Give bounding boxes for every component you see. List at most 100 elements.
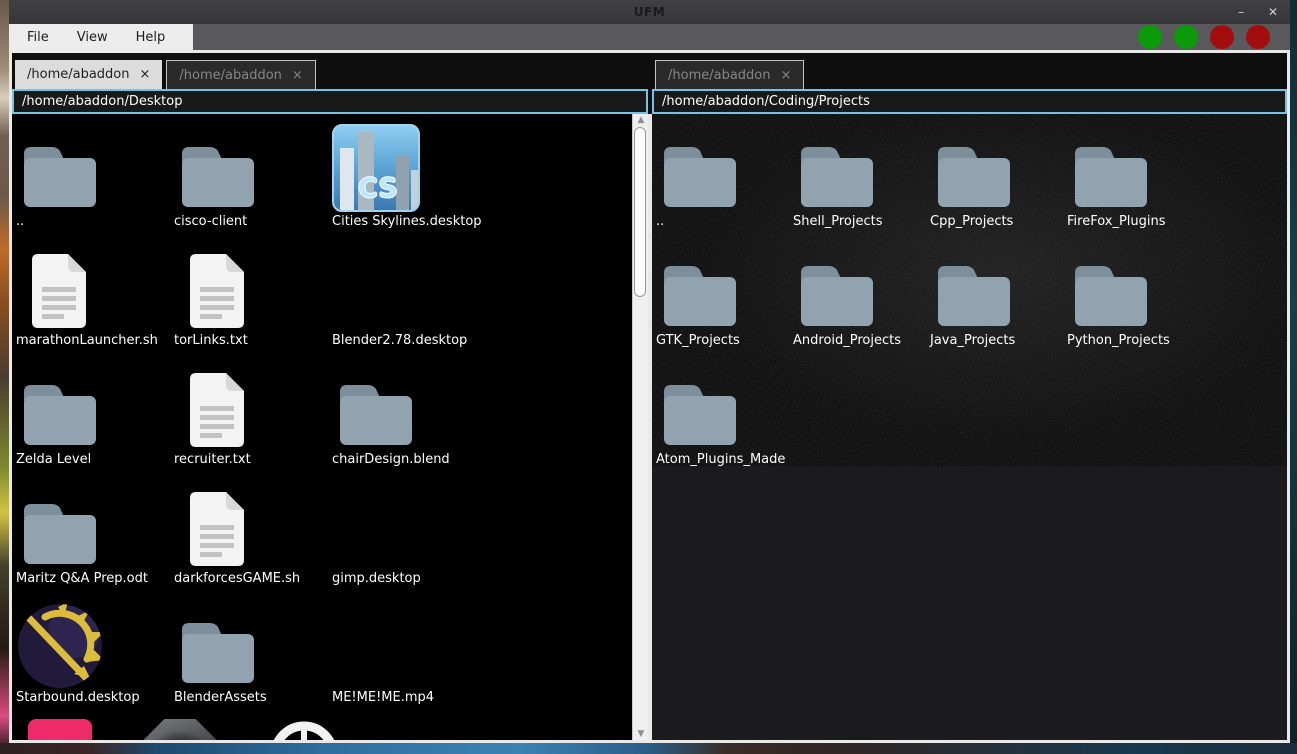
scroll-up-button[interactable]: ▲ bbox=[633, 114, 648, 126]
app-icon-starbound bbox=[18, 604, 102, 688]
tab-close-icon[interactable]: × bbox=[140, 67, 151, 82]
file-item-label: Android_Projects bbox=[792, 333, 929, 348]
file-item-label: Java_Projects bbox=[929, 333, 1066, 348]
file-item[interactable]: gimp.desktop bbox=[331, 473, 489, 592]
file-item[interactable]: torLinks.txt bbox=[173, 235, 331, 354]
file-item-icon-box bbox=[15, 235, 105, 331]
file-item-label: torLinks.txt bbox=[173, 333, 331, 348]
main-frame: /home/abaddon×/home/abaddon× /home/abadd… bbox=[9, 50, 1290, 743]
file-item-icon-box bbox=[929, 116, 1019, 212]
file-item-label: Cpp_Projects bbox=[929, 214, 1066, 229]
menu-bar: File View Help bbox=[9, 24, 1290, 50]
file-item[interactable]: .. bbox=[15, 116, 173, 235]
file-item-icon-box bbox=[655, 354, 745, 450]
file-item[interactable]: Android_Projects bbox=[792, 235, 929, 354]
window-title: UFM bbox=[634, 5, 665, 19]
file-item-label: cisco-client bbox=[173, 214, 331, 229]
tab-label: /home/abaddon bbox=[27, 67, 130, 82]
wheel-emblem-icon bbox=[268, 719, 340, 740]
file-item[interactable]: ME!ME!ME.mp4 bbox=[331, 592, 489, 711]
file-pane-right: /home/abaddon× /home/abaddon/Coding/Proj… bbox=[652, 53, 1287, 740]
file-item[interactable]: .. bbox=[655, 116, 792, 235]
file-pane-left: /home/abaddon × /home/abaddon × /home/abadd… bbox=[12, 53, 648, 740]
scroll-thumb[interactable] bbox=[634, 127, 646, 297]
file-item-icon-box bbox=[331, 235, 421, 331]
file-item-icon-box bbox=[15, 592, 105, 688]
desktop-left-edge bbox=[0, 0, 9, 754]
title-bar: UFM – ✕ bbox=[9, 0, 1290, 24]
file-item[interactable]: GTK_Projects bbox=[655, 235, 792, 354]
folder-icon bbox=[796, 142, 878, 212]
file-item-icon-box bbox=[331, 711, 421, 740]
file-item-icon-box bbox=[173, 711, 263, 740]
green-light-2[interactable] bbox=[1174, 25, 1198, 49]
app-icon-cities-skylines: CS bbox=[332, 124, 420, 212]
file-item-icon-box bbox=[173, 354, 263, 450]
file-item[interactable]: FireFox_Plugins bbox=[1066, 116, 1203, 235]
file-item-label: GTK_Projects bbox=[655, 333, 792, 348]
file-item-label: Starbound.desktop bbox=[15, 690, 173, 705]
tab-bar-right: /home/abaddon× bbox=[652, 59, 1287, 89]
path-bar-right[interactable]: /home/abaddon/Coding/Projects bbox=[652, 89, 1287, 114]
file-item-icon-box bbox=[1066, 235, 1156, 331]
file-item[interactable]: BlenderAssets bbox=[173, 592, 331, 711]
file-item[interactable]: Cpp_Projects bbox=[929, 116, 1066, 235]
file-item-label: recruiter.txt bbox=[173, 452, 331, 467]
file-item[interactable]: recruiter.txt bbox=[173, 354, 331, 473]
file-item-label: chairDesign.blend bbox=[331, 452, 489, 467]
tab[interactable]: /home/abaddon× bbox=[655, 60, 804, 89]
red-light-1[interactable] bbox=[1210, 25, 1234, 49]
file-item-icon-box bbox=[173, 592, 263, 688]
menu-item-file[interactable]: File bbox=[27, 30, 49, 45]
red-light-2[interactable] bbox=[1246, 25, 1270, 49]
tab-close-icon[interactable]: × bbox=[781, 68, 792, 83]
file-item-icon-box: CS bbox=[331, 116, 421, 212]
file-item-label: Shell_Projects bbox=[792, 214, 929, 229]
tab[interactable]: /home/abaddon × bbox=[15, 60, 162, 89]
file-item-icon-box bbox=[929, 235, 1019, 331]
folder-icon bbox=[19, 142, 101, 212]
file-item[interactable] bbox=[331, 711, 489, 740]
menu-item-help[interactable]: Help bbox=[136, 30, 166, 45]
tab-close-icon[interactable]: × bbox=[292, 68, 303, 83]
file-item[interactable]: Blender2.78.desktop bbox=[331, 235, 489, 354]
scroll-down-button[interactable]: ▼ bbox=[633, 728, 648, 740]
tab-label: /home/abaddon bbox=[179, 68, 282, 83]
file-item-label: darkforcesGAME.sh bbox=[173, 571, 331, 586]
folder-icon bbox=[1070, 142, 1152, 212]
text-file-icon bbox=[186, 489, 250, 569]
minimize-button[interactable]: – bbox=[1234, 6, 1248, 18]
file-item[interactable]: Atom_Plugins_Made bbox=[655, 354, 792, 473]
file-item[interactable]: darkforcesGAME.sh bbox=[173, 473, 331, 592]
folder-icon bbox=[19, 499, 101, 569]
file-item[interactable]: chairDesign.blend bbox=[331, 354, 489, 473]
file-item-label: Blender2.78.desktop bbox=[331, 333, 489, 348]
file-item-icon-box bbox=[15, 116, 105, 212]
menu-item-view[interactable]: View bbox=[77, 30, 108, 45]
file-item[interactable]: CSCities Skylines.desktop bbox=[331, 116, 489, 235]
file-item[interactable]: Zelda Level bbox=[15, 354, 173, 473]
folder-icon bbox=[1070, 261, 1152, 331]
file-item[interactable]: cisco-client bbox=[173, 116, 331, 235]
file-item-label: .. bbox=[15, 214, 173, 229]
file-item[interactable]: Shell_Projects bbox=[792, 116, 929, 235]
file-item-label: Python_Projects bbox=[1066, 333, 1203, 348]
green-light-1[interactable] bbox=[1138, 25, 1162, 49]
scrollbar-left[interactable]: ▲ ▼ bbox=[632, 114, 648, 740]
file-item[interactable]: Starbound.desktop bbox=[15, 592, 173, 711]
folder-icon bbox=[177, 142, 259, 212]
file-item[interactable]: Maritz Q&A Prep.odt bbox=[15, 473, 173, 592]
folder-icon bbox=[933, 261, 1015, 331]
file-item[interactable]: Python_Projects bbox=[1066, 235, 1203, 354]
file-item-label: .. bbox=[655, 214, 792, 229]
file-item-icon-box bbox=[331, 473, 421, 569]
file-item-label: FireFox_Plugins bbox=[1066, 214, 1203, 229]
path-bar-left[interactable]: /home/abaddon/Desktop bbox=[12, 89, 648, 114]
file-item[interactable]: marathonLauncher.sh bbox=[15, 235, 173, 354]
tab[interactable]: /home/abaddon × bbox=[166, 60, 315, 89]
file-item[interactable]: Java_Projects bbox=[929, 235, 1066, 354]
text-file-icon bbox=[28, 251, 92, 331]
desktop-bottom-edge bbox=[0, 743, 1297, 754]
close-button[interactable]: ✕ bbox=[1264, 6, 1282, 18]
file-item-label: gimp.desktop bbox=[331, 571, 489, 586]
